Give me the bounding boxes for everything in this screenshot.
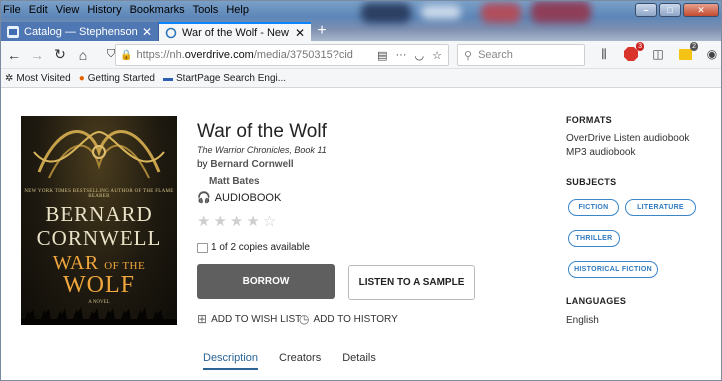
cover-author-first: BERNARD bbox=[45, 202, 153, 226]
menu-help[interactable]: Help bbox=[226, 4, 249, 16]
menu-bar: File Edit View History Bookmarks Tools H… bbox=[1, 1, 257, 19]
borrow-button[interactable]: BORROW bbox=[197, 264, 335, 299]
background-blur bbox=[531, 1, 591, 23]
menu-bookmarks[interactable]: Bookmarks bbox=[130, 4, 185, 16]
pocket-icon[interactable]: ◡ bbox=[415, 49, 425, 62]
riders-silhouette bbox=[21, 307, 177, 325]
adblock-icon[interactable]: 3 bbox=[622, 42, 644, 63]
listen-sample-button[interactable]: LISTEN TO A SAMPLE bbox=[348, 265, 475, 300]
toolbar-extensions: ⫼ 3 ◫ 2 ◉ ☰ bbox=[595, 42, 721, 63]
catalog-favicon-icon bbox=[7, 25, 19, 38]
tab-creators[interactable]: Creators bbox=[279, 352, 321, 370]
url-bar[interactable]: 🔒 https://nh.overdrive.com/media/3750315… bbox=[115, 44, 449, 66]
page-actions-icon[interactable]: ··· bbox=[396, 49, 407, 62]
close-window-button[interactable]: ✕ bbox=[683, 3, 719, 17]
celtic-knot-art bbox=[33, 130, 165, 179]
menu-edit[interactable]: Edit bbox=[29, 4, 48, 16]
tab-description[interactable]: Description bbox=[203, 352, 259, 370]
subject-chip-thriller[interactable]: THRILLER bbox=[568, 230, 620, 247]
tab-strip: Catalog — Stephenson Memori ✕ War of the… bbox=[1, 21, 333, 41]
add-to-wish-list[interactable]: ⊞ ADD TO WISH LIST bbox=[197, 312, 301, 326]
wishlist-icon: ⊞ bbox=[197, 312, 208, 326]
home-icon[interactable]: ⌂ bbox=[73, 45, 93, 65]
page-content: NEW YORK TIMES BESTSELLING AUTHOR OF THE… bbox=[1, 88, 721, 380]
format-item: OverDrive Listen audiobook bbox=[566, 133, 690, 144]
close-tab-icon[interactable]: ✕ bbox=[142, 25, 152, 39]
star-rating[interactable]: ★ ★ ★ ★ ☆ bbox=[197, 212, 276, 230]
author-link[interactable]: Bernard Cornwell bbox=[210, 159, 293, 170]
background-blur bbox=[481, 3, 521, 23]
window-titlebar: File Edit View History Bookmarks Tools H… bbox=[1, 1, 721, 41]
url-text[interactable]: https://nh.overdrive.com/media/3750315?c… bbox=[136, 49, 377, 61]
format-item: MP3 audiobook bbox=[566, 147, 636, 158]
search-input[interactable]: ⚲ Search bbox=[457, 44, 585, 66]
menu-history[interactable]: History bbox=[87, 4, 121, 16]
minimize-button[interactable]: – bbox=[635, 3, 657, 17]
formats-heading: FORMATS bbox=[566, 115, 612, 125]
firefox-icon: ● bbox=[78, 72, 85, 84]
gear-icon: ✲ bbox=[5, 72, 14, 84]
lock-icon[interactable]: 🔒 bbox=[120, 50, 132, 61]
detail-tabs: Description Creators Details bbox=[203, 352, 376, 370]
overdrive-favicon-icon bbox=[165, 27, 177, 38]
notes-icon[interactable]: 2 bbox=[676, 42, 698, 63]
headphones-icon: 🎧 bbox=[197, 192, 211, 204]
cover-author-last: CORNWELL bbox=[36, 226, 162, 250]
tab-title: War of the Wolf - New Hampsh bbox=[182, 26, 291, 39]
new-tab-button[interactable]: + bbox=[311, 22, 333, 41]
library-icon[interactable]: ⫼ bbox=[595, 45, 613, 63]
back-arrow-icon[interactable]: ← bbox=[4, 45, 24, 65]
bookmark-star-icon[interactable]: ☆ bbox=[432, 49, 442, 62]
tab-title: Catalog — Stephenson Memori bbox=[24, 25, 138, 38]
browser-window: File Edit View History Bookmarks Tools H… bbox=[0, 0, 722, 381]
subject-chip-fiction[interactable]: FICTION bbox=[568, 199, 619, 216]
cover-tagline: NEW YORK TIMES BESTSELLING AUTHOR OF THE… bbox=[24, 189, 174, 199]
background-blur bbox=[361, 3, 411, 23]
reload-icon[interactable]: ↻ bbox=[50, 45, 70, 65]
book-title: War of the Wolf bbox=[197, 121, 327, 142]
star-icon: ★ bbox=[246, 213, 260, 230]
star-icon: ★ bbox=[229, 213, 244, 230]
languages-heading: LANGUAGES bbox=[566, 296, 627, 306]
bookmark-getting-started[interactable]: ● Getting Started bbox=[79, 73, 155, 84]
menu-file[interactable]: File bbox=[3, 4, 21, 16]
subject-chip-literature[interactable]: LITERATURE bbox=[625, 199, 696, 216]
star-icon: ★ bbox=[197, 213, 211, 230]
copies-available: 1 of 2 copies available bbox=[197, 242, 310, 253]
navigation-toolbar: ← → ↻ ⌂ ⛉ 🔒 https://nh.overdrive.com/med… bbox=[1, 41, 721, 69]
bookmark-most-visited[interactable]: ✲ Most Visited bbox=[5, 73, 71, 84]
bookmarks-toolbar: ✲ Most Visited ● Getting Started ▬ StartPag… bbox=[1, 69, 721, 88]
startpage-icon: ▬ bbox=[163, 72, 173, 84]
search-icon: ⚲ bbox=[464, 49, 473, 62]
background-blur bbox=[421, 5, 461, 19]
tab-overdrive[interactable]: War of the Wolf - New Hampsh ✕ bbox=[159, 22, 311, 41]
window-controls: – □ ✕ bbox=[635, 3, 719, 17]
subject-chip-historical-fiction[interactable]: HISTORICAL FICTION bbox=[568, 261, 658, 278]
language-value: English bbox=[566, 315, 599, 326]
account-icon[interactable]: ◉ bbox=[703, 45, 721, 63]
forward-arrow-icon[interactable]: → bbox=[27, 45, 47, 65]
menu-view[interactable]: View bbox=[56, 4, 80, 16]
narrator-link[interactable]: Matt Bates bbox=[209, 176, 260, 187]
maximize-button[interactable]: □ bbox=[659, 3, 681, 17]
series-link[interactable]: The Warrior Chronicles, Book 11 bbox=[197, 145, 327, 155]
copies-icon bbox=[197, 242, 208, 253]
subjects-heading: SUBJECTS bbox=[566, 177, 617, 187]
tab-details[interactable]: Details bbox=[342, 352, 376, 370]
star-icon: ★ bbox=[213, 213, 227, 230]
history-icon: ◷ bbox=[299, 312, 310, 326]
half-star-icon: ☆ bbox=[262, 213, 277, 230]
book-cover[interactable]: NEW YORK TIMES BESTSELLING AUTHOR OF THE… bbox=[21, 116, 177, 325]
sidebar-icon[interactable]: ◫ bbox=[649, 45, 667, 63]
byline: by Bernard Cornwell bbox=[197, 159, 294, 170]
close-tab-icon[interactable]: ✕ bbox=[295, 26, 305, 40]
menu-tools[interactable]: Tools bbox=[193, 4, 219, 16]
search-placeholder: Search bbox=[478, 49, 513, 61]
reader-view-icon[interactable]: ▤ bbox=[377, 49, 387, 62]
bookmark-startpage[interactable]: ▬ StartPage Search Engi... bbox=[163, 73, 286, 84]
format-label: 🎧 AUDIOBOOK bbox=[197, 191, 282, 205]
tab-catalog[interactable]: Catalog — Stephenson Memori ✕ bbox=[1, 22, 159, 41]
add-to-history[interactable]: ◷ ADD TO HISTORY bbox=[299, 312, 398, 326]
cover-title-line2: WOLF bbox=[63, 272, 135, 298]
